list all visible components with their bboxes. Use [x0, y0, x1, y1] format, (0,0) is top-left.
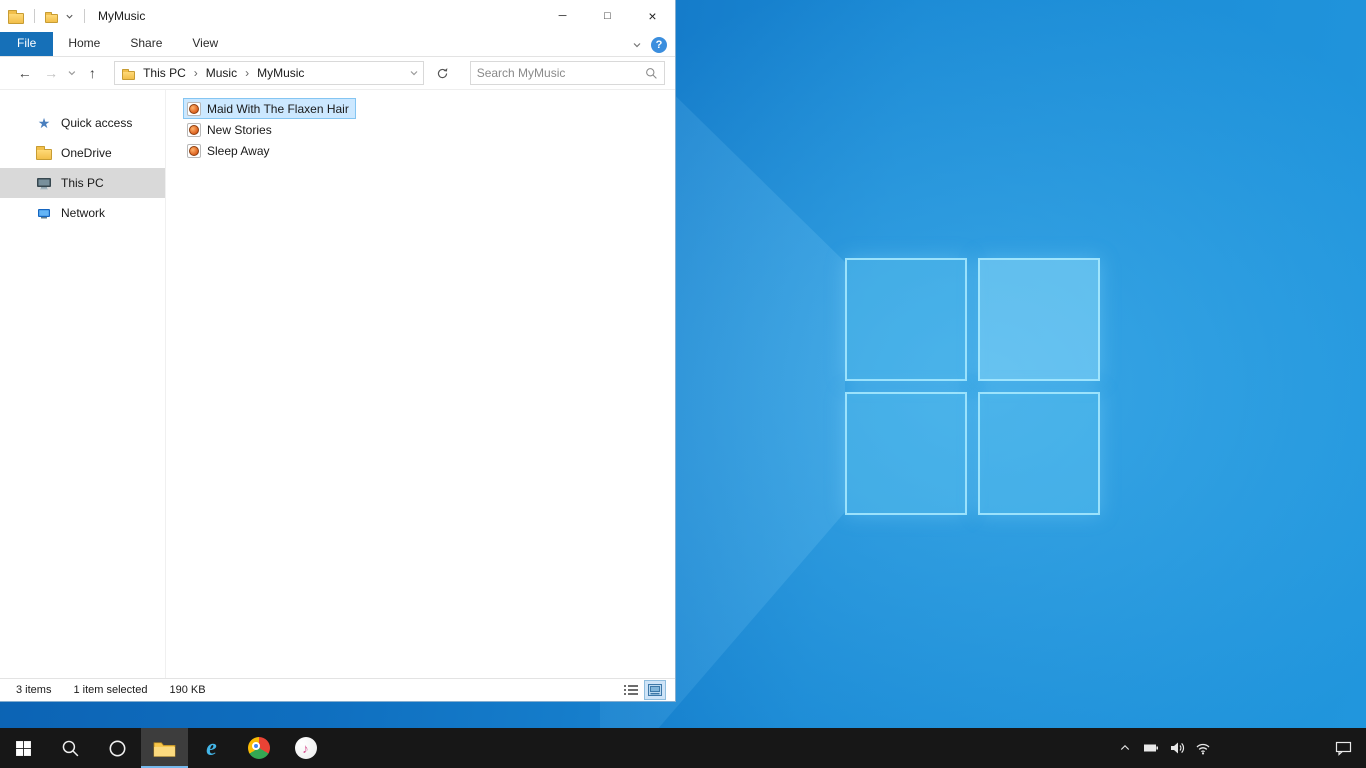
speaker-icon [1171, 742, 1185, 754]
system-tray [1112, 728, 1366, 768]
back-button[interactable]: ← [14, 65, 35, 81]
tab-view[interactable]: View [177, 32, 233, 56]
chrome-icon [247, 737, 270, 759]
sidebar-item-label: Quick access [61, 116, 133, 130]
qat-customize-chevron-icon[interactable] [65, 12, 74, 21]
file-item[interactable]: Sleep Away [183, 140, 277, 161]
sidebar-item-this-pc[interactable]: This PC [0, 168, 165, 198]
media-file-icon [187, 122, 201, 137]
status-bar: 3 items 1 item selected 190 KB [0, 678, 675, 701]
internet-explorer-icon: e [206, 735, 217, 761]
window-folder-icon [8, 9, 24, 24]
up-button[interactable]: ↑ [82, 65, 103, 81]
windows-logo-pane [845, 258, 967, 381]
breadcrumb-separator: › [193, 66, 198, 80]
ribbon-tab-bar: File Home Share View ? [0, 32, 675, 57]
file-item[interactable]: Maid With The Flaxen Hair [183, 98, 356, 119]
windows-logo-pane [845, 392, 967, 515]
taskbar-itunes-button[interactable]: ♪ [282, 728, 329, 768]
navigation-bar: ← → ↑ This PC › Music › MyMusic [0, 57, 675, 90]
taskbar-internet-explorer-button[interactable]: e [188, 728, 235, 768]
breadcrumb-music[interactable]: Music [204, 64, 239, 82]
windows-logo-pane [978, 392, 1100, 515]
media-file-icon [187, 101, 201, 116]
action-center-icon [1335, 741, 1351, 756]
ribbon-expand-chevron-icon[interactable] [632, 40, 642, 50]
status-selection: 1 item selected [73, 684, 148, 696]
file-item[interactable]: New Stories [183, 119, 279, 140]
window-title: MyMusic [98, 9, 146, 23]
status-item-count: 3 items [16, 684, 52, 696]
cortana-button[interactable] [94, 728, 141, 768]
itunes-icon: ♪ [294, 737, 317, 759]
sidebar-item-onedrive[interactable]: OneDrive [0, 138, 165, 168]
battery-icon [1144, 744, 1158, 752]
status-size: 190 KB [169, 684, 206, 696]
taskbar: e ♪ [0, 728, 1366, 768]
forward-button[interactable]: → [40, 65, 61, 81]
taskbar-chrome-button[interactable] [235, 728, 282, 768]
start-windows-icon [16, 740, 31, 756]
qat-new-folder-icon[interactable] [45, 11, 58, 23]
start-button[interactable] [0, 728, 47, 768]
battery-indicator[interactable] [1138, 728, 1164, 768]
recent-locations-chevron-icon[interactable] [67, 68, 77, 78]
sidebar-item-label: OneDrive [61, 146, 112, 160]
search-icon[interactable] [645, 67, 658, 80]
quick-access-toolbar [8, 9, 88, 24]
chevron-up-icon [1120, 744, 1130, 750]
file-explorer-icon [153, 741, 176, 757]
hidden-icons-button[interactable] [1112, 728, 1138, 768]
details-view-button[interactable] [621, 681, 641, 699]
windows-logo-pane [978, 258, 1100, 381]
windows-logo [845, 258, 1100, 515]
sidebar-item-label: This PC [61, 176, 104, 190]
breadcrumb-mymusic[interactable]: MyMusic [255, 64, 306, 82]
refresh-button[interactable] [429, 61, 454, 85]
volume-indicator[interactable] [1164, 728, 1190, 768]
minimize-button[interactable]: ─ [540, 0, 585, 32]
action-center-button[interactable] [1320, 728, 1366, 768]
onedrive-icon [36, 145, 52, 160]
taskbar-search-button[interactable] [47, 728, 94, 768]
file-explorer-window: MyMusic ─ □ × File Home Share View ? ← →… [0, 0, 676, 702]
separator [84, 9, 85, 23]
address-bar[interactable]: This PC › Music › MyMusic [114, 61, 425, 85]
tab-share[interactable]: Share [115, 32, 177, 56]
window-controls: ─ □ × [540, 0, 675, 32]
media-file-icon [187, 143, 201, 158]
help-icon[interactable]: ? [651, 36, 667, 53]
separator [34, 9, 35, 23]
quick-access-star-icon: ★ [37, 115, 51, 131]
titlebar[interactable]: MyMusic ─ □ × [0, 0, 675, 32]
wifi-icon [1196, 743, 1210, 755]
maximize-button[interactable]: □ [585, 0, 630, 32]
breadcrumb-this-pc[interactable]: This PC [141, 64, 188, 82]
breadcrumb-separator: › [245, 66, 250, 80]
tab-file[interactable]: File [0, 32, 54, 56]
sidebar-item-network[interactable]: Network [0, 198, 165, 228]
close-button[interactable]: × [630, 0, 675, 32]
sidebar-item-quick-access[interactable]: ★ Quick access [0, 108, 165, 138]
search-input[interactable] [476, 66, 645, 80]
file-name: Maid With The Flaxen Hair [207, 101, 349, 116]
navigation-pane: ★ Quick access OneDrive This PC Network [0, 90, 166, 678]
address-dropdown-chevron-icon[interactable] [409, 68, 419, 78]
this-pc-icon [37, 178, 51, 190]
large-icons-view-button[interactable] [644, 680, 666, 700]
network-indicator[interactable] [1190, 728, 1216, 768]
network-icon [38, 209, 50, 219]
tab-home[interactable]: Home [53, 32, 115, 56]
search-box[interactable] [469, 61, 665, 85]
file-name: New Stories [207, 122, 272, 137]
cortana-circle-icon [109, 740, 126, 756]
file-name: Sleep Away [207, 143, 270, 158]
address-folder-icon [122, 68, 136, 80]
taskbar-file-explorer-button[interactable] [141, 728, 188, 768]
search-icon [62, 740, 79, 756]
sidebar-item-label: Network [61, 206, 106, 220]
file-list[interactable]: Maid With The Flaxen Hair New Stories Sl… [166, 90, 675, 678]
